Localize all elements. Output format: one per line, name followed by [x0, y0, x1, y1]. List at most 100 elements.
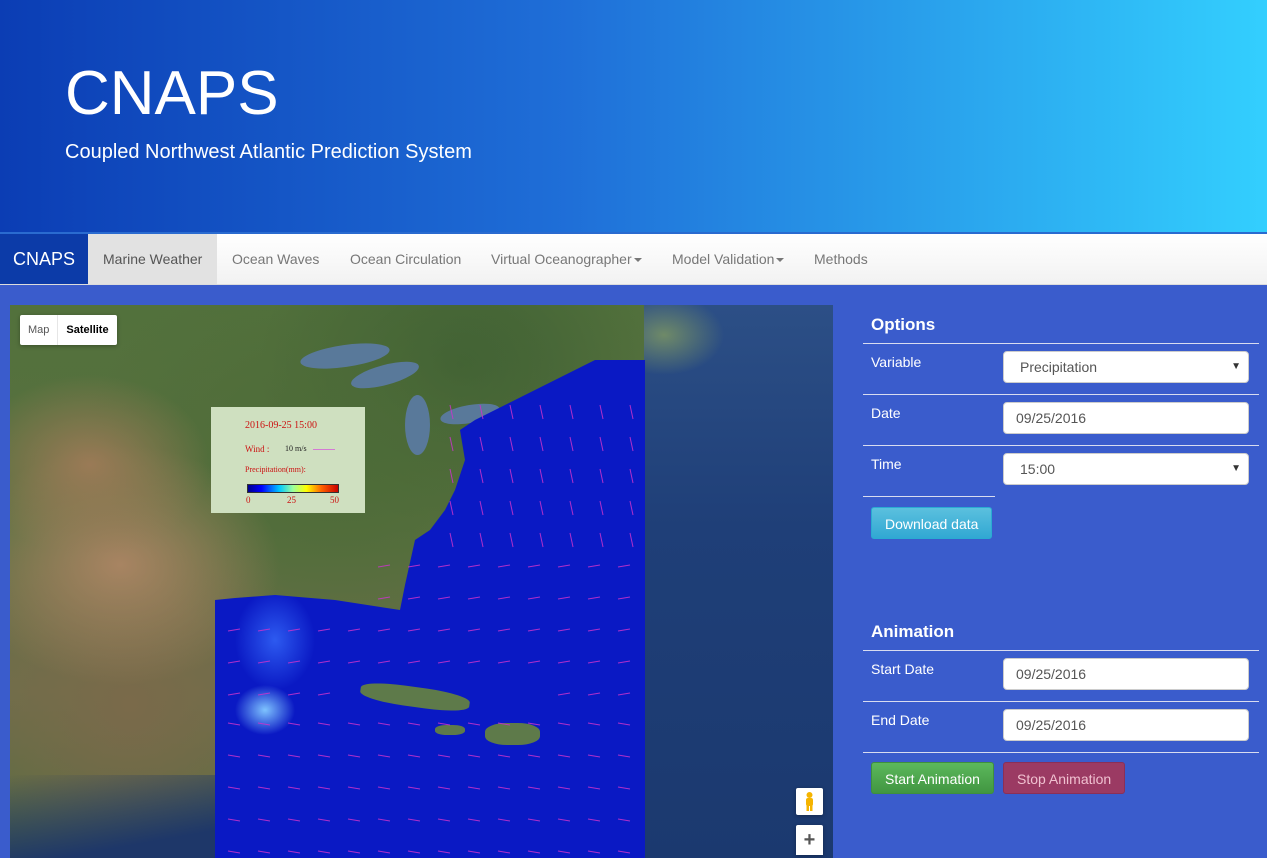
nav-brand[interactable]: CNAPS — [0, 234, 88, 284]
wind-arrow — [629, 468, 634, 484]
download-data-button[interactable]: Download data — [871, 507, 993, 539]
legend-timestamp: 2016-09-25 15:00 — [245, 420, 317, 431]
wind-arrow — [629, 500, 634, 516]
wind-arrow — [287, 754, 301, 758]
wind-arrow — [467, 596, 481, 600]
wind-arrow — [227, 754, 241, 758]
wind-arrow — [437, 722, 451, 726]
wind-arrow — [587, 660, 601, 664]
date-input[interactable]: 09/25/2016 — [1003, 402, 1249, 434]
variable-row: Variable Precipitation ▼ — [863, 344, 1259, 395]
wind-arrow — [407, 786, 421, 790]
wind-arrow — [617, 564, 631, 568]
stop-animation-button[interactable]: Stop Animation — [1003, 762, 1126, 794]
wind-arrow — [557, 692, 571, 696]
wind-arrow — [617, 850, 631, 854]
wind-arrow — [509, 436, 514, 452]
wind-arrow — [227, 660, 241, 664]
animation-buttons: Start Animation Stop Animation — [863, 753, 1259, 813]
wind-arrow — [257, 722, 271, 726]
wind-arrow — [497, 596, 511, 600]
map-type-map-button[interactable]: Map — [20, 315, 57, 345]
start-animation-button[interactable]: Start Animation — [871, 762, 994, 794]
wind-arrow — [557, 596, 571, 600]
animation-title: Animation — [863, 612, 1259, 651]
download-area: Download data — [863, 497, 1259, 612]
wind-arrow — [617, 596, 631, 600]
wind-arrow — [617, 754, 631, 758]
wind-arrow — [449, 404, 454, 420]
wind-arrow — [587, 818, 601, 822]
wind-arrow — [497, 722, 511, 726]
time-row: Time 15:00 ▼ — [863, 446, 1259, 496]
wind-arrow — [467, 660, 481, 664]
wind-arrow — [497, 850, 511, 854]
time-select[interactable]: 15:00 ▼ — [1003, 453, 1249, 485]
nav-virtual-oceanographer[interactable]: Virtual Oceanographer — [476, 234, 657, 284]
start-date-row: Start Date 09/25/2016 — [863, 651, 1259, 702]
wind-arrow — [587, 786, 601, 790]
wind-arrow — [497, 786, 511, 790]
wind-arrow — [479, 500, 484, 516]
wind-arrow — [497, 564, 511, 568]
wind-arrow — [317, 628, 331, 632]
wind-arrow — [467, 722, 481, 726]
wind-arrow — [587, 564, 601, 568]
wind-arrow — [599, 436, 604, 452]
wind-arrow — [437, 786, 451, 790]
wind-arrow — [557, 754, 571, 758]
wind-arrow — [527, 818, 541, 822]
wind-arrow — [539, 468, 544, 484]
wind-arrow — [617, 722, 631, 726]
wind-arrow — [527, 596, 541, 600]
wind-arrow — [479, 436, 484, 452]
wind-arrow — [227, 786, 241, 790]
wind-arrow — [377, 596, 391, 600]
map-view[interactable]: Map Satellite 2016-09-25 15:00 Wind : 10… — [10, 305, 833, 858]
wind-arrow — [437, 818, 451, 822]
map-type-satellite-button[interactable]: Satellite — [57, 315, 116, 345]
wind-arrow — [437, 628, 451, 632]
pegman-icon[interactable] — [796, 788, 823, 815]
main-navbar: CNAPS Marine Weather Ocean Waves Ocean C… — [0, 234, 1267, 285]
time-label: Time — [871, 456, 902, 472]
nav-marine-weather[interactable]: Marine Weather — [88, 234, 218, 284]
legend-tick: 25 — [287, 495, 296, 505]
wind-arrow — [407, 564, 421, 568]
wind-arrow — [257, 754, 271, 758]
wind-arrow — [407, 818, 421, 822]
variable-select[interactable]: Precipitation ▼ — [1003, 351, 1249, 383]
start-date-input[interactable]: 09/25/2016 — [1003, 658, 1249, 690]
wind-arrow — [437, 660, 451, 664]
wind-arrow — [587, 628, 601, 632]
wind-arrow — [509, 468, 514, 484]
wind-arrow — [287, 628, 301, 632]
wind-arrow — [407, 628, 421, 632]
map-type-control: Map Satellite — [20, 315, 117, 345]
wind-arrow — [509, 404, 514, 420]
legend-wind-arrow — [313, 449, 335, 450]
wind-arrow — [347, 786, 361, 790]
wind-arrow — [287, 692, 301, 696]
nav-ocean-circulation[interactable]: Ocean Circulation — [335, 234, 476, 284]
wind-arrow — [449, 468, 454, 484]
wind-arrow — [629, 532, 634, 548]
wind-arrow — [347, 850, 361, 854]
wind-arrow — [287, 660, 301, 664]
wind-arrow — [479, 532, 484, 548]
zoom-in-button[interactable]: + — [796, 825, 823, 855]
wind-arrow — [527, 628, 541, 632]
wind-arrow — [539, 436, 544, 452]
wind-arrow — [569, 436, 574, 452]
nav-methods[interactable]: Methods — [799, 234, 883, 284]
nav-model-validation[interactable]: Model Validation — [657, 234, 799, 284]
wind-arrow — [587, 722, 601, 726]
wind-arrow — [569, 532, 574, 548]
nav-ocean-waves[interactable]: Ocean Waves — [217, 234, 334, 284]
wind-arrow — [347, 660, 361, 664]
end-date-input[interactable]: 09/25/2016 — [1003, 709, 1249, 741]
site-header: CNAPS Coupled Northwest Atlantic Predict… — [0, 0, 1267, 234]
wind-arrow — [407, 596, 421, 600]
wind-arrow — [599, 532, 604, 548]
nav-label: Marine Weather — [103, 251, 203, 267]
